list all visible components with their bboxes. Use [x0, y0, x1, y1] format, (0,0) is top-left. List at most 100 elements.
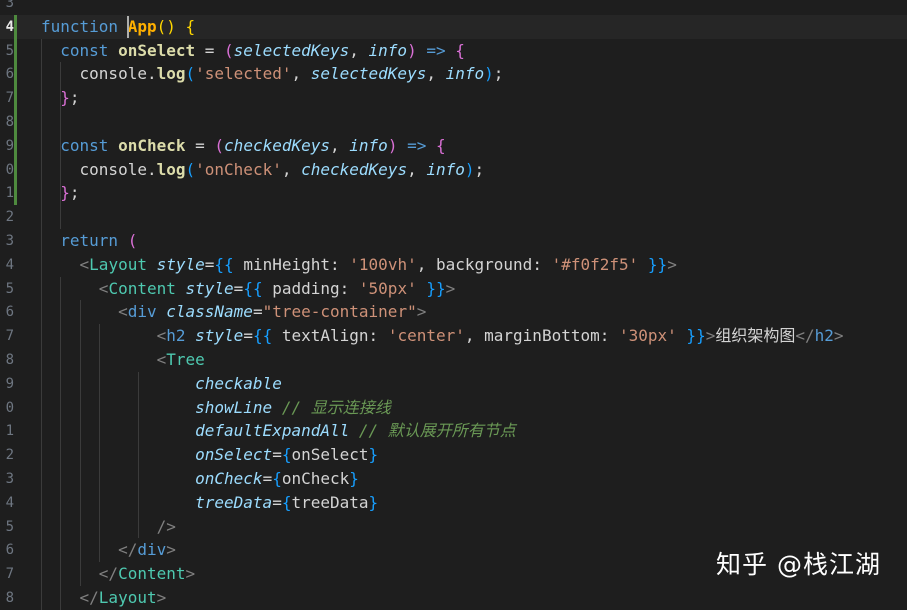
- line-number: 1: [5, 423, 14, 440]
- code-line[interactable]: 4 <Layout style={{ minHeight: '100vh', b…: [0, 253, 907, 277]
- indent-guide: [60, 276, 62, 610]
- code-line[interactable]: 6 console.log('selected', selectedKeys, …: [0, 62, 907, 87]
- line-number: 3: [5, 0, 14, 11]
- code-line[interactable]: 6 <div className="tree-container">: [0, 300, 907, 324]
- code-text: const onSelect = (selectedKeys, info) =>…: [41, 39, 465, 63]
- code-token: }}: [638, 254, 668, 274]
- code-token: >: [833, 326, 844, 346]
- code-token: ): [464, 159, 475, 179]
- code-token: >: [166, 540, 176, 560]
- code-token: <: [41, 302, 128, 322]
- code-token: '#f0f2f5': [551, 254, 639, 274]
- code-token: h2: [166, 326, 196, 346]
- code-line[interactable]: 4 treeData={treeData}: [0, 491, 907, 515]
- code-line[interactable]: 3 return (: [0, 229, 907, 253]
- code-token: =>: [397, 135, 436, 155]
- code-text: return (: [41, 229, 137, 253]
- code-line[interactable]: 0 showLine // 显示连接线: [0, 396, 907, 420]
- code-editor[interactable]: 3 4 function App() {5 const onSelect = (se…: [0, 0, 907, 610]
- code-token: info: [368, 40, 408, 60]
- line-number: 4: [5, 256, 14, 273]
- code-text: onCheck={onCheck}: [41, 467, 359, 491]
- code-token: {: [435, 135, 446, 155]
- code-line[interactable]: 9 const onCheck = (checkedKeys, info) =>…: [0, 133, 907, 158]
- code-token: ,: [349, 40, 369, 60]
- code-token: 'center': [387, 326, 465, 346]
- code-line[interactable]: 8 </Layout>: [0, 586, 907, 610]
- code-line[interactable]: 4 function App() {: [0, 14, 907, 39]
- code-token: ;: [69, 88, 80, 108]
- code-token: </: [41, 588, 99, 607]
- code-text: function App() {: [41, 15, 195, 39]
- code-text: defaultExpandAll // 默认展开所有节点: [41, 419, 516, 443]
- code-token: =: [195, 40, 225, 60]
- code-token: Tree: [166, 350, 205, 369]
- code-token: 'selected': [195, 64, 292, 84]
- code-token: info: [426, 159, 465, 179]
- indent-guide: [79, 300, 81, 586]
- code-token: =: [272, 445, 282, 465]
- code-token: Content: [118, 564, 186, 584]
- code-token: "tree-container": [262, 302, 417, 322]
- code-token: onCheck: [118, 135, 186, 155]
- line-number: 2: [5, 209, 14, 226]
- code-token: () {: [156, 16, 196, 36]
- code-token: log: [156, 159, 186, 179]
- code-line[interactable]: 5 />: [0, 515, 907, 539]
- code-line[interactable]: 2: [0, 205, 907, 229]
- line-number: 8: [5, 590, 14, 606]
- code-line[interactable]: 3 onCheck={onCheck}: [0, 467, 907, 491]
- code-line[interactable]: 3: [0, 0, 907, 15]
- code-line[interactable]: 9 checkable: [0, 372, 907, 396]
- code-token: showLine: [41, 397, 273, 417]
- code-line[interactable]: 2 onSelect={onSelect}: [0, 443, 907, 467]
- code-text: <Tree: [41, 348, 205, 372]
- code-token: log: [156, 64, 186, 84]
- code-token: const: [41, 40, 119, 60]
- git-modified-marker: [14, 62, 17, 87]
- code-token: className: [166, 302, 253, 322]
- git-modified-marker: [14, 38, 17, 63]
- code-text: showLine // 显示连接线: [41, 396, 391, 420]
- code-line[interactable]: 8: [0, 110, 907, 134]
- line-number: 5: [5, 280, 14, 297]
- code-token: ,: [281, 159, 302, 179]
- code-line[interactable]: 7 };: [0, 86, 907, 111]
- indent-guide: [138, 371, 139, 539]
- code-line[interactable]: 1 };: [0, 181, 907, 206]
- code-token: '100vh': [349, 254, 417, 274]
- code-line[interactable]: 1 defaultExpandAll // 默认展开所有节点: [0, 419, 907, 443]
- code-token: style: [185, 278, 234, 298]
- code-line[interactable]: 7 <h2 style={{ textAlign: 'center', marg…: [0, 324, 907, 348]
- code-token: >: [667, 254, 677, 274]
- code-token: return: [41, 231, 128, 250]
- code-token: }: [41, 183, 70, 203]
- code-token: (: [214, 135, 225, 155]
- code-token: }: [41, 88, 70, 108]
- code-text: checkable: [41, 372, 282, 396]
- line-number: 3: [5, 233, 14, 249]
- code-token: onCheck: [41, 469, 263, 488]
- code-text: </Content>: [41, 562, 195, 586]
- code-token: Layout: [98, 588, 157, 607]
- code-token: style: [156, 254, 205, 274]
- code-token: }: [349, 469, 359, 488]
- git-modified-marker: [14, 157, 17, 182]
- code-line[interactable]: 8 <Tree: [0, 348, 907, 372]
- code-token: , background:: [416, 254, 552, 274]
- watermark-text: 知乎 @栈江湖: [716, 550, 881, 579]
- indent-guide: [99, 324, 101, 563]
- code-token: >: [185, 564, 196, 584]
- code-line[interactable]: 5 const onSelect = (selectedKeys, info) …: [0, 38, 907, 63]
- code-token: checkedKeys: [301, 159, 408, 179]
- code-token: =: [252, 302, 263, 322]
- code-token: >: [705, 326, 716, 346]
- code-line[interactable]: 0 console.log('onCheck', checkedKeys, in…: [0, 157, 907, 182]
- code-token: function: [41, 16, 128, 36]
- code-token: }: [368, 492, 379, 512]
- line-number: 5: [5, 518, 14, 535]
- git-modified-marker: [14, 133, 17, 158]
- code-token: onSelect: [118, 40, 196, 60]
- code-line[interactable]: 5 <Content style={{ padding: '50px' }}>: [0, 277, 907, 301]
- code-token: ,: [330, 135, 350, 155]
